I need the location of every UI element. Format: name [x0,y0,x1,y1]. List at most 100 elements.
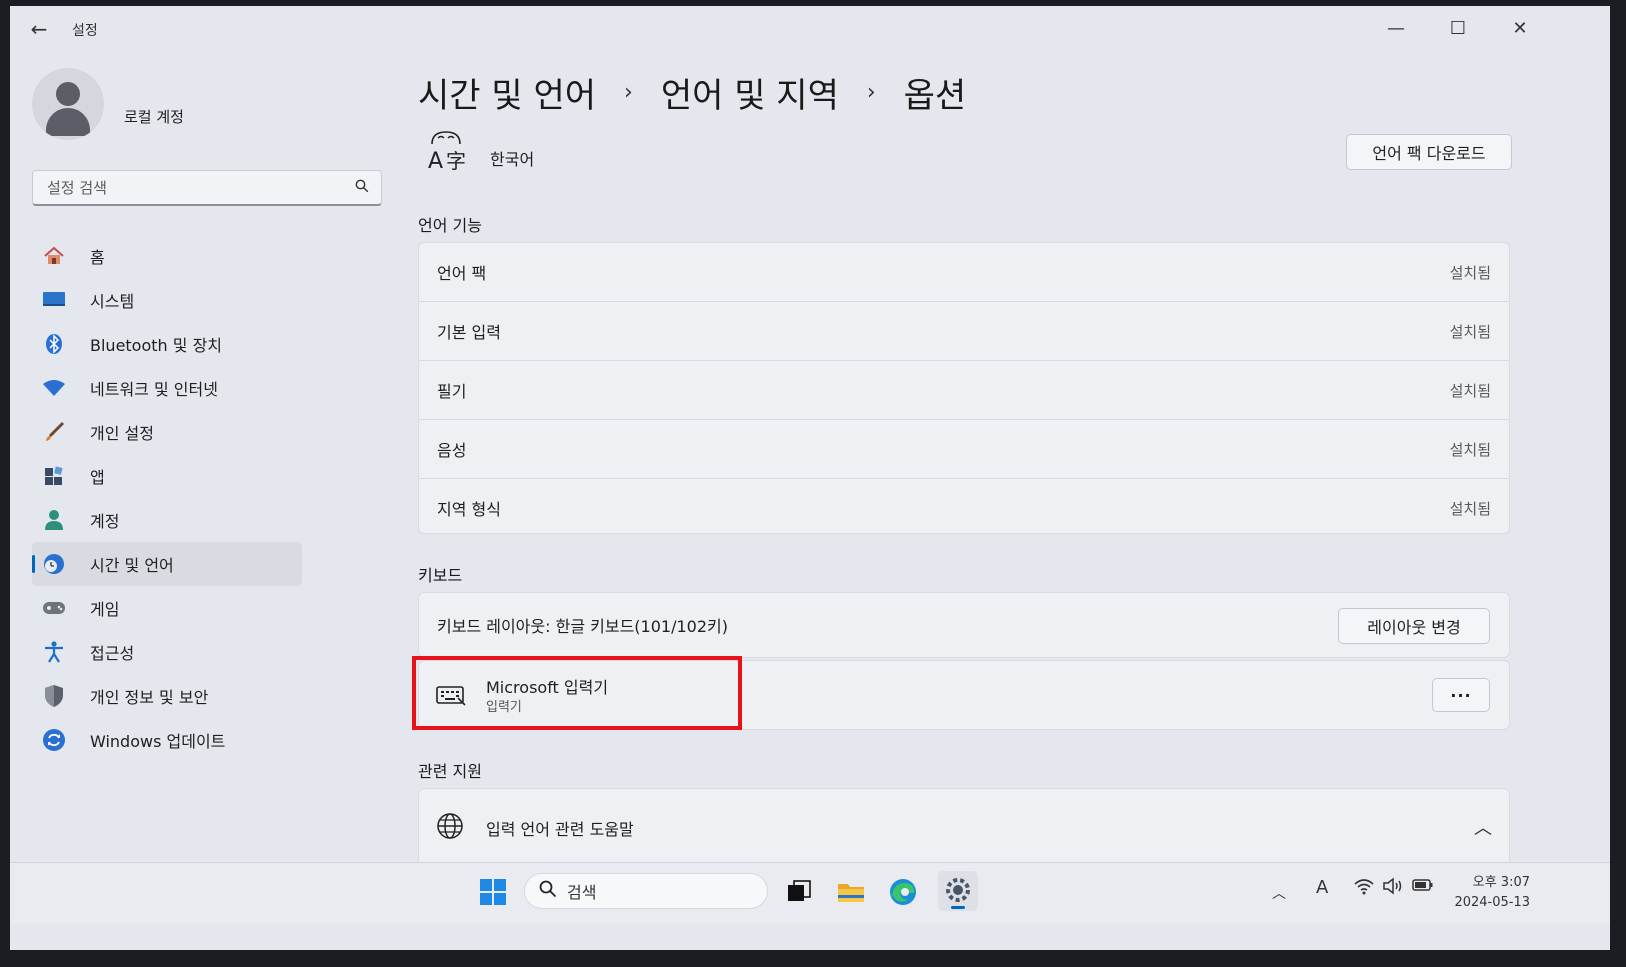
nav-item-system[interactable]: 시스템 [32,278,302,322]
volume-icon[interactable] [1382,877,1404,900]
gamepad-icon [42,596,66,620]
feature-row-language-pack[interactable]: 언어 팩 설치됨 [419,243,1509,302]
nav-item-accessibility[interactable]: 접근성 [32,630,302,674]
chevron-up-icon[interactable]: ︿ [1272,883,1286,903]
change-layout-button[interactable]: 레이아웃 변경 [1338,608,1490,644]
language-features-card: 언어 팩 설치됨 기본 입력 설치됨 필기 설치됨 음성 설치됨 지역 형식 설… [418,242,1510,534]
globe-icon [436,812,464,840]
title-bar: ← 설정 — ☐ ✕ [10,6,1610,50]
svg-text:字: 字 [446,149,466,172]
apps-icon [42,464,66,488]
search-icon [539,880,557,903]
edge-browser-icon[interactable] [888,877,918,907]
nav-item-label: 개인 설정 [90,424,154,443]
avatar[interactable] [32,68,104,140]
feature-row-basic-typing[interactable]: 기본 입력 설치됨 [419,302,1509,361]
feature-label: 기본 입력 [437,323,501,342]
related-support-heading: 관련 지원 [418,762,482,781]
nav-item-label: 시간 및 언어 [90,556,174,575]
nav-item-network[interactable]: 네트워크 및 인터넷 [32,366,302,410]
battery-icon[interactable] [1412,877,1434,898]
settings-screen: ← 설정 — ☐ ✕ 로컬 계정 홈 시스템 [10,6,1610,950]
nav-item-label: Bluetooth 및 장치 [90,336,223,355]
monitor-bezel [0,950,1626,967]
nav-item-gaming[interactable]: 게임 [32,586,302,630]
download-language-pack-button[interactable]: 언어 팩 다운로드 [1346,134,1512,170]
highlight-box [412,656,742,730]
back-arrow-icon[interactable]: ← [26,16,52,42]
nav-item-label: 시스템 [90,292,135,311]
account-name: 로컬 계정 [124,108,184,126]
feature-status: 설치됨 [1449,499,1491,518]
nav-item-label: 앱 [90,468,105,487]
file-explorer-icon[interactable] [836,877,866,907]
nav-item-label: 계정 [90,512,120,531]
sidebar-nav: 홈 시스템 Bluetooth 및 장치 네트워크 및 인터넷 개인 설정 앱 … [32,234,302,762]
person-icon [42,508,66,532]
nav-item-privacy-security[interactable]: 개인 정보 및 보안 [32,674,302,718]
close-icon[interactable]: ✕ [1500,14,1540,44]
chevron-right-icon: › [624,80,633,105]
nav-item-label: Windows 업데이트 [90,732,226,751]
language-features-heading: 언어 기능 [418,216,482,235]
language-name: 한국어 [490,150,535,169]
nav-item-personalization[interactable]: 개인 설정 [32,410,302,454]
feature-status: 설치됨 [1449,440,1491,459]
keyboard-layout-label: 키보드 레이아웃: 한글 키보드(101/102키) [437,617,728,636]
nav-item-windows-update[interactable]: Windows 업데이트 [32,718,302,762]
feature-label: 음성 [437,441,467,460]
shield-icon [42,684,66,708]
monitor-icon [42,288,66,312]
settings-gear-icon[interactable] [938,871,978,911]
feature-label: 지역 형식 [437,500,501,519]
taskbar: 검색 ︿ A 오후 3:07 2024-05-13 [10,862,1610,923]
more-options-button[interactable]: ··· [1432,678,1490,712]
globe-clock-icon [42,552,66,576]
clock-time: 오후 3:07 [1472,875,1530,890]
settings-search-input[interactable] [45,177,355,198]
settings-search-box[interactable] [32,170,382,206]
feature-label: 필기 [437,382,467,401]
feature-row-handwriting[interactable]: 필기 설치됨 [419,361,1509,420]
maximize-icon[interactable]: ☐ [1438,14,1478,44]
feature-status: 설치됨 [1449,263,1491,282]
wifi-icon [42,376,66,400]
nav-item-time-language[interactable]: 시간 및 언어 [32,542,302,586]
search-icon[interactable] [355,179,369,197]
nav-item-apps[interactable]: 앱 [32,454,302,498]
clock-date: 2024-05-13 [1454,895,1530,910]
feature-status: 설치됨 [1449,381,1491,400]
nav-item-label: 접근성 [90,644,135,663]
taskbar-clock[interactable]: 오후 3:07 2024-05-13 [1446,873,1530,913]
ime-indicator[interactable]: A [1316,877,1328,898]
nav-item-bluetooth[interactable]: Bluetooth 및 장치 [32,322,302,366]
language-icon: A 字 [424,130,470,174]
wifi-icon[interactable] [1354,877,1374,900]
chevron-right-icon: › [866,80,876,105]
update-icon [42,728,66,752]
home-icon [42,244,66,268]
nav-item-label: 네트워크 및 인터넷 [90,380,218,399]
feature-label: 언어 팩 [437,264,487,283]
feature-row-regional-format[interactable]: 지역 형식 설치됨 [419,479,1509,537]
minimize-icon[interactable]: — [1376,14,1416,44]
breadcrumb-time-language[interactable]: 시간 및 언어 [418,68,596,117]
nav-item-label: 홈 [90,248,105,267]
nav-item-label: 개인 정보 및 보안 [90,688,209,707]
page-title: 옵션 [903,76,967,116]
help-label: 입력 언어 관련 도움말 [486,820,634,839]
feature-row-speech[interactable]: 음성 설치됨 [419,420,1509,479]
app-title: 설정 [72,23,98,39]
windows-start-icon[interactable] [478,877,508,907]
chevron-up-icon[interactable]: ︿ [1474,814,1492,840]
taskbar-search-label: 검색 [567,883,597,902]
nav-item-label: 게임 [90,600,120,619]
breadcrumb-language-region[interactable]: 언어 및 지역 [661,68,839,117]
taskbar-search[interactable]: 검색 [524,873,768,909]
nav-item-accounts[interactable]: 계정 [32,498,302,542]
brush-icon [42,420,66,444]
keyboard-heading: 키보드 [418,566,463,585]
task-view-icon[interactable] [784,877,814,907]
feature-status: 설치됨 [1449,322,1491,341]
nav-item-home[interactable]: 홈 [32,234,302,278]
